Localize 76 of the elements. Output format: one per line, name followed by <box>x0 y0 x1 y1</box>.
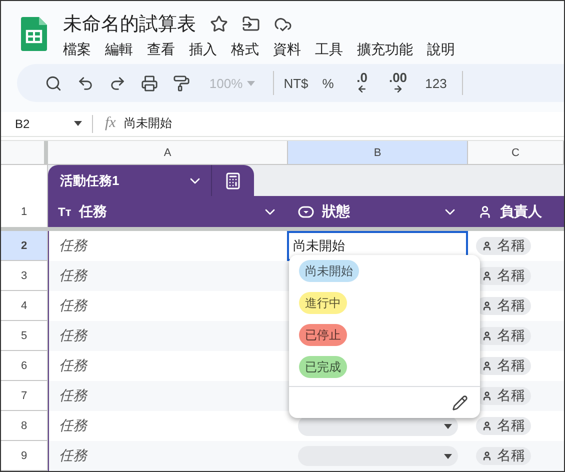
row-number[interactable]: 4 <box>1 291 48 321</box>
person-icon <box>482 451 492 461</box>
person-icon <box>482 391 492 401</box>
task-cell: 任務 <box>59 237 87 255</box>
document-title[interactable]: 未命名的試算表 <box>63 11 196 37</box>
task-cell: 任務 <box>59 357 87 375</box>
menu-item[interactable]: 檔案 <box>63 41 91 59</box>
row-number[interactable]: 1 <box>1 196 48 231</box>
undo-icon <box>76 74 94 92</box>
folder-move-icon[interactable] <box>242 15 260 33</box>
row-number[interactable]: 2 <box>1 231 48 261</box>
task-cell: 任務 <box>59 447 87 465</box>
printer-icon <box>140 74 158 92</box>
pencil-icon <box>452 394 468 410</box>
redo-icon <box>108 74 126 92</box>
person-icon <box>482 241 492 251</box>
calculator-icon <box>224 172 242 190</box>
person-icon <box>482 421 492 431</box>
left-arrow-icon <box>357 84 367 94</box>
status-option[interactable]: 已完成 <box>299 356 347 378</box>
caret-icon <box>246 80 255 86</box>
row-number[interactable]: 9 <box>1 441 48 471</box>
menu-item[interactable]: 資料 <box>273 41 301 59</box>
row-number[interactable]: 7 <box>1 381 48 411</box>
formula-input[interactable]: 尚未開始 <box>124 115 172 132</box>
edit-button[interactable] <box>452 394 468 410</box>
menu-item[interactable]: 工具 <box>315 41 343 59</box>
column-heading[interactable]: 狀態 <box>288 196 468 231</box>
right-arrow-icon <box>393 84 403 94</box>
caret-icon <box>74 121 82 126</box>
paint-roller-icon <box>172 74 190 92</box>
function-label: fx <box>105 115 116 132</box>
menu-item[interactable]: 查看 <box>147 41 175 59</box>
row-number[interactable]: 8 <box>1 411 48 441</box>
column-header[interactable]: C <box>468 141 564 164</box>
row-number[interactable]: 6 <box>1 351 48 381</box>
person-icon <box>482 271 492 281</box>
status-option[interactable]: 已停止 <box>299 324 347 346</box>
percent-button[interactable]: % <box>312 69 344 98</box>
star-icon[interactable] <box>210 15 228 33</box>
column-header[interactable]: A <box>48 141 288 164</box>
column-heading[interactable]: Tт 任務 <box>48 196 288 231</box>
person-icon <box>482 361 492 371</box>
task-cell: 任務 <box>59 327 87 345</box>
search-icon <box>44 74 62 92</box>
task-cell: 任務 <box>59 417 87 435</box>
column-header[interactable]: B <box>288 141 468 164</box>
caret-icon <box>444 424 452 428</box>
person-icon <box>482 301 492 311</box>
currency-button[interactable]: NT$ <box>280 69 312 98</box>
person-chip[interactable]: 名稱 <box>476 417 531 435</box>
menu-item[interactable]: 說明 <box>427 41 455 59</box>
menu-item[interactable]: 插入 <box>189 41 217 59</box>
sheets-logo-icon <box>21 17 47 51</box>
status-option[interactable]: 尚未開始 <box>299 260 359 282</box>
person-icon <box>478 204 492 218</box>
increase-decimal-button[interactable]: .00 <box>380 69 416 98</box>
person-chip[interactable]: 名稱 <box>476 237 531 255</box>
menu-item[interactable]: 擴充功能 <box>357 41 413 59</box>
menu-item[interactable]: 格式 <box>231 41 259 59</box>
task-cell: 任務 <box>59 267 87 285</box>
cloud-check-icon[interactable] <box>274 15 292 33</box>
task-cell: 任務 <box>59 297 87 315</box>
caret-icon <box>444 454 452 458</box>
number-format-button[interactable]: 123 <box>416 69 456 98</box>
status-option[interactable]: 進行中 <box>299 292 347 314</box>
row-number[interactable]: 5 <box>1 321 48 351</box>
column-heading[interactable]: 負責人 <box>468 196 564 231</box>
row-number[interactable]: 3 <box>1 261 48 291</box>
task-cell: 任務 <box>59 387 87 405</box>
decrease-decimal-button[interactable]: .0 <box>344 69 380 98</box>
dropdown-type-icon <box>298 206 314 218</box>
name-box[interactable]: B2 <box>1 114 93 133</box>
person-chip[interactable]: 名稱 <box>476 447 531 465</box>
menu-item[interactable]: 編輯 <box>105 41 133 59</box>
person-icon <box>482 331 492 341</box>
